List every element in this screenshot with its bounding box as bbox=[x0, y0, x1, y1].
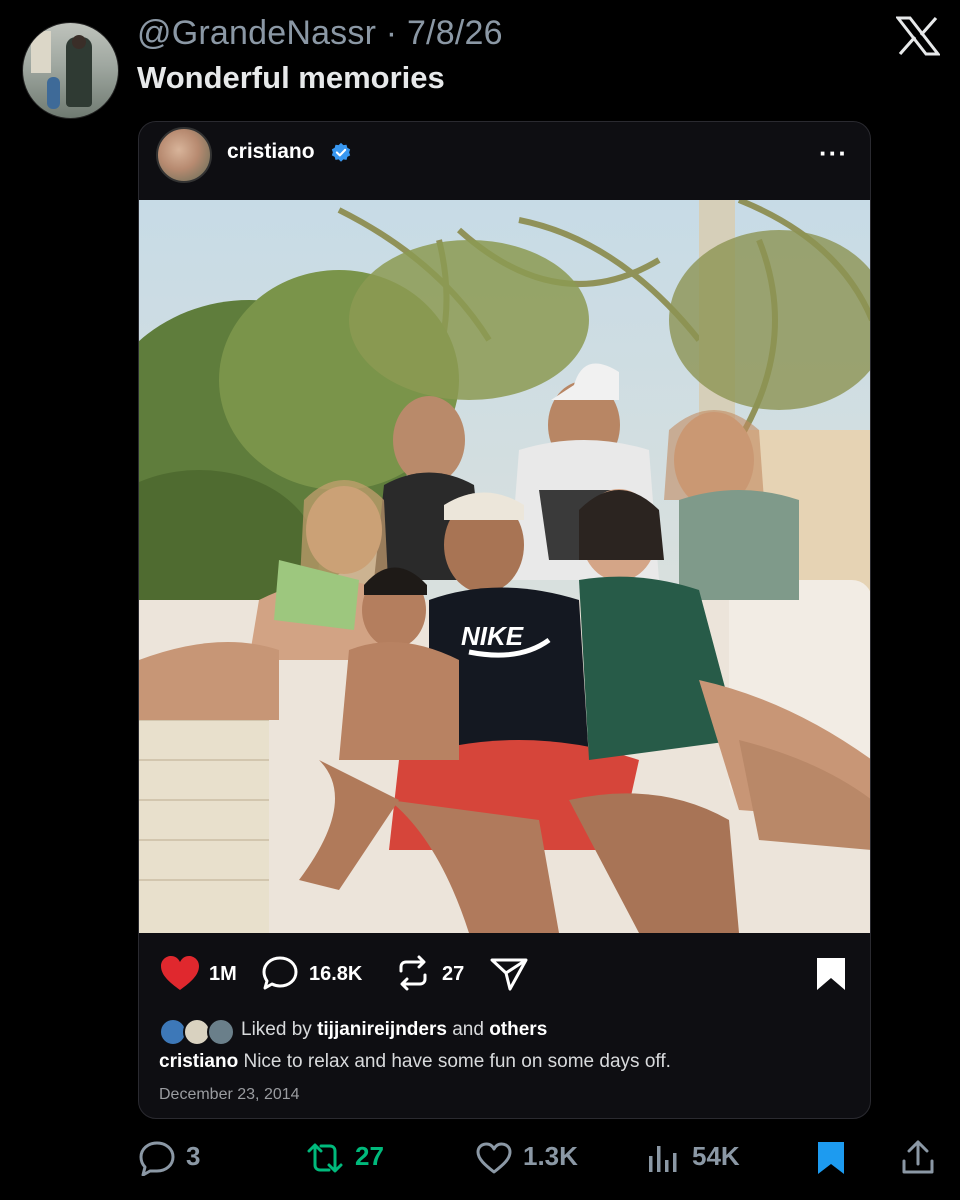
post-author-username[interactable]: cristiano bbox=[227, 140, 315, 164]
post-date: December 23, 2014 bbox=[159, 1086, 300, 1103]
verified-badge-icon bbox=[331, 142, 351, 162]
post-author-avatar[interactable] bbox=[156, 127, 212, 183]
caption-text: Nice to relax and have some fun on some … bbox=[243, 1051, 671, 1072]
post-photo-illustration: NIKE bbox=[139, 200, 870, 933]
liked-by-prefix: Liked by bbox=[241, 1019, 312, 1040]
liked-by-row: Liked by tijjanireijnders and others bbox=[159, 1018, 759, 1048]
retweet-icon bbox=[307, 1143, 343, 1173]
bookmark-icon[interactable] bbox=[815, 1140, 847, 1176]
tweet-text: Wonderful memories bbox=[137, 60, 445, 95]
repost-count: 27 bbox=[442, 963, 465, 985]
embedded-post-card[interactable]: cristiano ··· NIKE 1M 16.8K 27 Liked by … bbox=[138, 121, 871, 1119]
avatar-background bbox=[31, 31, 51, 73]
like-count: 1M bbox=[209, 963, 237, 985]
share-icon[interactable] bbox=[900, 1139, 936, 1177]
more-options-icon[interactable]: ··· bbox=[819, 138, 848, 169]
caption-username[interactable]: cristiano bbox=[159, 1051, 238, 1072]
views-analytics-icon bbox=[649, 1146, 677, 1172]
reply-button[interactable]: 3 bbox=[138, 1136, 218, 1180]
comment-icon[interactable] bbox=[261, 955, 299, 991]
retweet-count: 27 bbox=[355, 1141, 384, 1171]
tweet-date[interactable]: 7/8/26 bbox=[407, 14, 503, 52]
profile-avatar[interactable] bbox=[22, 22, 119, 119]
reply-icon bbox=[139, 1141, 175, 1176]
views-count: 54K bbox=[692, 1141, 740, 1171]
liker-avatar[interactable] bbox=[207, 1018, 235, 1046]
liked-by-text: Liked by tijjanireijnders and others bbox=[241, 1019, 547, 1041]
retweet-button[interactable]: 27 bbox=[305, 1136, 405, 1180]
reply-count: 3 bbox=[186, 1141, 201, 1171]
like-icon bbox=[476, 1142, 512, 1174]
like-button[interactable]: 1.3K bbox=[476, 1136, 596, 1180]
liked-by-username[interactable]: tijjanireijnders bbox=[317, 1019, 447, 1040]
tweet-author-line[interactable]: @GrandeNassr · 7/8/26 bbox=[137, 14, 503, 53]
save-bookmark-icon[interactable] bbox=[815, 956, 847, 992]
like-count-footer: 1.3K bbox=[523, 1141, 578, 1171]
views-button[interactable]: 54K bbox=[648, 1136, 768, 1180]
post-action-bar: 1M 16.8K 27 bbox=[139, 948, 870, 998]
tweet-action-bar: 3 27 1.3K 54K bbox=[0, 1136, 960, 1180]
share-send-icon[interactable] bbox=[489, 956, 529, 992]
repost-icon[interactable] bbox=[395, 955, 431, 991]
like-heart-icon[interactable] bbox=[159, 954, 201, 992]
liked-by-others-link[interactable]: others bbox=[489, 1019, 547, 1040]
x-logo-icon[interactable] bbox=[896, 16, 940, 56]
liked-by-joiner: and bbox=[452, 1019, 484, 1040]
avatar-figure-child bbox=[47, 77, 60, 109]
comment-count: 16.8K bbox=[309, 963, 363, 985]
avatar-figure-adult bbox=[66, 35, 92, 107]
post-caption: cristiano Nice to relax and have some fu… bbox=[159, 1051, 671, 1073]
tweet-separator: · bbox=[385, 14, 398, 52]
tweet-handle[interactable]: @GrandeNassr bbox=[137, 14, 376, 52]
post-photo[interactable]: NIKE bbox=[139, 200, 870, 933]
shirt-logo-text: NIKE bbox=[461, 621, 524, 651]
